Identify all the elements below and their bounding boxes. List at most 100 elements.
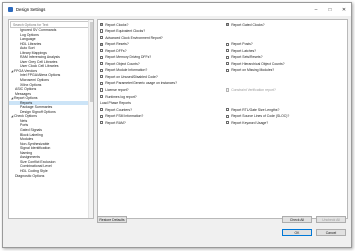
checkbox[interactable] <box>100 81 104 86</box>
checkbox[interactable] <box>100 62 104 66</box>
checkbox[interactable] <box>100 75 104 79</box>
report-option[interactable]: Advanced Clock Environment Report? <box>100 35 163 40</box>
option-row: License report? Constraint Verification r… <box>100 88 345 93</box>
checkbox[interactable] <box>226 108 230 112</box>
report-option[interactable]: Report Source Lines of Code (SLOC)? <box>226 114 289 119</box>
option-label: Report Latches? <box>231 48 257 53</box>
close-icon[interactable]: ✕ <box>337 3 351 16</box>
report-option[interactable]: Report Memory Driving DFFs? <box>100 55 151 60</box>
option-label: Report Source Lines of Code (SLOC)? <box>231 114 290 119</box>
tree-scrollbar[interactable] <box>88 20 93 218</box>
cancel-button[interactable]: Cancel <box>316 229 346 236</box>
checkbox[interactable] <box>226 55 230 59</box>
checkbox[interactable] <box>100 36 104 40</box>
report-option[interactable]: Report FSM Information? <box>100 114 143 119</box>
report-option[interactable]: Report Keyword Usage? <box>226 120 268 125</box>
report-option[interactable]: Report on Missing Modules? <box>226 68 274 73</box>
uncheck-all-button[interactable]: Uncheck All <box>316 216 346 223</box>
option-label: Report on Unused/Disabled Code? <box>105 74 158 79</box>
search-input[interactable] <box>13 22 91 27</box>
design-settings-dialog: Design Settings – □ ✕ Ignored SV Command… <box>2 2 352 248</box>
report-option[interactable]: Report Sets/Resets? <box>226 55 262 60</box>
report-option[interactable]: ✓ Report Clocks? <box>100 22 128 27</box>
checkbox[interactable]: ✓ <box>226 22 230 27</box>
report-option[interactable]: Runtimes log report? <box>100 94 137 99</box>
option-label: Constraint Verification report? <box>231 88 276 92</box>
option-label: Report Hierarchical Object Counts? <box>231 61 285 66</box>
checkbox[interactable]: ✓ <box>100 22 104 27</box>
option-row: Report FSM Information? Report Source Lin… <box>100 114 345 119</box>
option-row: ✓ Report Resets? Report Posts? <box>100 42 345 47</box>
report-option[interactable]: ✓ Report Gated Clocks? <box>226 22 265 27</box>
reports-options-panel: ✓ Report Clocks? ✓ Report Gated Clocks? Repo… <box>97 19 348 219</box>
window-title: Design Settings <box>16 7 46 12</box>
tree-item[interactable]: Diagnostic Options <box>9 174 93 179</box>
maximize-icon[interactable]: □ <box>323 3 337 16</box>
option-row: Report DFFs? Report Latches? <box>100 48 345 53</box>
settings-tree: Ignored SV Commands Log Options Language HD… <box>9 28 93 218</box>
option-label: Report Parameter/Generic usage on instan… <box>105 81 177 86</box>
option-label: License report? <box>105 88 129 92</box>
option-row: Report Parameter/Generic usage on instan… <box>100 81 345 86</box>
checkbox[interactable]: ✓ <box>100 42 104 46</box>
checkbox[interactable] <box>100 68 104 72</box>
title-bar[interactable]: Design Settings – □ ✕ <box>3 3 351 16</box>
minimize-icon[interactable]: – <box>309 3 323 16</box>
report-option[interactable]: Report Module Information? <box>100 68 147 73</box>
option-label: Runtimes log report? <box>105 94 137 99</box>
report-option[interactable]: Report RAM? <box>100 120 126 125</box>
search-box[interactable] <box>10 21 92 28</box>
option-row: Report Memory Driving DFFs? Report Sets/R… <box>100 55 345 60</box>
restore-defaults-button[interactable]: Restore Defaults <box>97 216 127 223</box>
option-row: Report Counters? Report RTL/Gate Size Len… <box>100 107 345 112</box>
report-option[interactable]: Report Equivalent Clocks? <box>100 29 145 34</box>
report-option[interactable]: Report RTL/Gate Size Lengths? <box>226 107 279 112</box>
option-row: Report Equivalent Clocks? <box>100 29 345 34</box>
report-option[interactable]: Report DFFs? <box>100 48 126 53</box>
checkbox[interactable] <box>100 29 104 33</box>
check-all-button[interactable]: Check All <box>282 216 312 223</box>
report-option[interactable]: Report Latches? <box>226 48 256 53</box>
option-label: Report FSM Information? <box>105 114 144 119</box>
checkbox[interactable] <box>100 94 104 99</box>
option-label: Report RAM? <box>105 120 126 125</box>
option-label: Report Counters? <box>105 107 132 112</box>
checkbox[interactable] <box>100 114 104 118</box>
report-option[interactable]: Report on Unused/Disabled Code? <box>100 74 158 79</box>
ok-button[interactable]: OK <box>282 229 312 236</box>
option-label: Report RTL/Gate Size Lengths? <box>231 107 280 112</box>
checkbox[interactable] <box>100 55 104 59</box>
report-option[interactable]: ✓ Report Resets? <box>100 42 129 47</box>
checkbox[interactable] <box>226 42 230 46</box>
window-controls: – □ ✕ <box>309 3 351 16</box>
checkbox[interactable] <box>100 49 104 53</box>
option-row: Report on Unused/Disabled Code? <box>100 74 345 79</box>
option-label: Report Sets/Resets? <box>231 55 263 60</box>
option-row: Advanced Clock Environment Report? <box>100 35 345 40</box>
checkbox[interactable] <box>226 49 230 53</box>
report-option[interactable]: Report Counters? <box>100 107 132 112</box>
checkbox[interactable] <box>100 121 104 125</box>
checkbox <box>226 88 230 92</box>
option-label: Report on Missing Modules? <box>231 68 275 73</box>
checkbox[interactable] <box>226 121 230 125</box>
report-option[interactable]: License report? <box>100 88 129 93</box>
tree-scrollbar-thumb[interactable] <box>89 22 93 102</box>
report-option: Constraint Verification report? <box>226 88 276 93</box>
report-option[interactable]: Report Hierarchical Object Counts? <box>226 61 285 66</box>
report-option[interactable]: Report Posts? <box>226 42 253 47</box>
option-row: Report Module Information? Report on Miss… <box>100 68 345 73</box>
option-label: Report Keyword Usage? <box>231 120 269 125</box>
report-option[interactable]: Report Parameter/Generic usage on instan… <box>100 81 177 86</box>
checkbox[interactable] <box>226 68 230 72</box>
checkbox[interactable] <box>226 114 230 118</box>
checkbox[interactable] <box>100 88 104 92</box>
checkbox[interactable] <box>100 108 104 112</box>
option-row: ✓ Report Clocks? ✓ Report Gated Clocks? <box>100 22 345 27</box>
option-label: Report Posts? <box>231 42 253 47</box>
checkbox[interactable] <box>226 62 230 66</box>
report-option[interactable]: Report Object Counts? <box>100 61 140 66</box>
option-label: Report Object Counts? <box>105 61 140 66</box>
option-label: Report DFFs? <box>105 48 127 53</box>
option-label: Report Clocks? <box>105 22 129 27</box>
